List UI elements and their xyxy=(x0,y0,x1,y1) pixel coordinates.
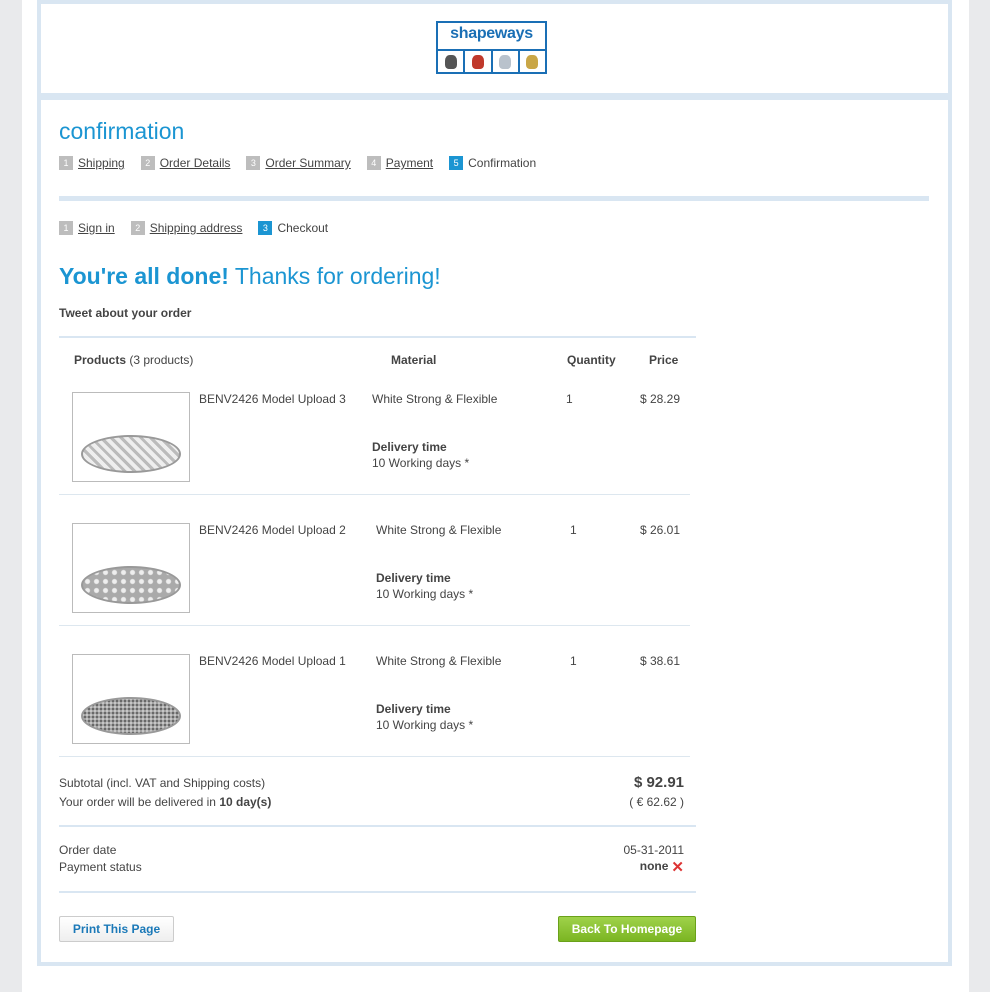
figure-3-icon xyxy=(493,51,520,72)
figure-2-icon xyxy=(465,51,493,72)
delivery-summary-days: 10 day(s) xyxy=(219,795,272,809)
product-thumbnail[interactable] xyxy=(72,392,190,482)
step-shipping[interactable]: 1 Shipping xyxy=(59,156,125,170)
payment-status-label: Payment status xyxy=(59,860,142,874)
step-order-summary[interactable]: 3 Order Summary xyxy=(246,156,351,170)
figure-4-icon xyxy=(520,51,545,72)
total-eur: ( € 62.62 ) xyxy=(629,795,684,809)
delivery-label: Delivery time xyxy=(372,440,447,454)
col-products-header: Products (3 products) xyxy=(74,353,193,367)
row-divider xyxy=(59,494,690,495)
product-price: $ 38.61 xyxy=(639,654,680,668)
logo-figures xyxy=(438,49,545,72)
step-sign-in[interactable]: 1 Sign in xyxy=(59,221,115,235)
step-shipping-address[interactable]: 2 Shipping address xyxy=(130,221,243,235)
step-number: 4 xyxy=(366,156,381,170)
step-link[interactable]: Shipping xyxy=(78,156,125,170)
step-number: 3 xyxy=(246,156,261,170)
done-heading-bold: You're all done! xyxy=(59,263,229,289)
close-x-icon: ✕ xyxy=(671,859,684,876)
delivery-label: Delivery time xyxy=(376,702,451,716)
col-products-label: Products xyxy=(74,353,127,367)
row-divider xyxy=(59,756,690,757)
table-top-rule xyxy=(59,336,696,338)
step-link[interactable]: Order Summary xyxy=(265,156,350,170)
main-frame: confirmation 1 Shipping 2 Order Details … xyxy=(37,96,952,966)
order-rule xyxy=(59,891,696,893)
step-link[interactable]: Order Details xyxy=(160,156,231,170)
product-name: BENV2426 Model Upload 2 xyxy=(199,523,346,537)
total-usd: $ 92.91 xyxy=(633,774,684,791)
step-order-details[interactable]: 2 Order Details xyxy=(140,156,231,170)
product-row: BENV2426 Model Upload 1 White Strong & F… xyxy=(59,654,690,784)
product-quantity: 1 xyxy=(570,523,577,537)
tweet-link[interactable]: Tweet about your order xyxy=(59,306,191,320)
done-heading-rest: Thanks for ordering! xyxy=(228,263,441,289)
back-to-homepage-button[interactable]: Back To Homepage xyxy=(558,916,696,942)
step-link[interactable]: Sign in xyxy=(78,221,115,235)
product-material: White Strong & Flexible xyxy=(376,523,502,537)
step-checkout: 3 Checkout xyxy=(258,221,328,235)
step-link[interactable]: Payment xyxy=(386,156,433,170)
done-heading: You're all done! Thanks for ordering! xyxy=(59,263,441,290)
col-products-count: (3 products) xyxy=(129,353,194,367)
product-name: BENV2426 Model Upload 3 xyxy=(199,392,346,406)
product-quantity: 1 xyxy=(570,654,577,668)
delivery-value: 10 Working days * xyxy=(372,456,470,470)
header-frame: shapeways xyxy=(37,0,952,97)
col-price-header: Price xyxy=(649,353,679,367)
product-material: White Strong & Flexible xyxy=(376,654,502,668)
product-thumbnail[interactable] xyxy=(72,654,190,744)
summary-rule xyxy=(59,825,696,827)
step-current-label: Checkout xyxy=(277,221,329,235)
product-price: $ 26.01 xyxy=(639,523,680,537)
print-page-button[interactable]: Print This Page xyxy=(59,916,174,942)
figure-1-icon xyxy=(438,51,466,72)
section-divider xyxy=(59,196,929,201)
delivery-summary-prefix: Your order will be delivered in xyxy=(59,795,220,809)
delivery-summary: Your order will be delivered in 10 day(s… xyxy=(59,795,271,809)
step-number: 2 xyxy=(140,156,155,170)
product-quantity: 1 xyxy=(566,392,573,406)
product-price: $ 28.29 xyxy=(639,392,680,406)
order-date-value: 05-31-2011 xyxy=(623,843,685,857)
model-disc-image xyxy=(81,697,181,735)
delivery-label: Delivery time xyxy=(376,571,451,585)
step-current-label: Confirmation xyxy=(468,156,537,170)
step-payment[interactable]: 4 Payment xyxy=(366,156,433,170)
payment-status: none ✕ xyxy=(640,858,684,876)
product-thumbnail[interactable] xyxy=(72,523,190,613)
step-number: 1 xyxy=(59,221,73,235)
sub-steps: 1 Sign in 2 Shipping address 3 Checkout xyxy=(59,221,344,235)
step-link[interactable]: Shipping address xyxy=(150,221,243,235)
step-number: 1 xyxy=(59,156,73,170)
row-divider xyxy=(59,625,690,626)
product-row: BENV2426 Model Upload 2 White Strong & F… xyxy=(59,523,690,653)
step-confirmation: 5 Confirmation xyxy=(449,156,536,170)
step-number: 2 xyxy=(130,221,145,235)
delivery-value: 10 Working days * xyxy=(376,718,474,732)
payment-status-value: none xyxy=(639,859,669,873)
step-number: 5 xyxy=(449,156,464,170)
subtotal-label: Subtotal (incl. VAT and Shipping costs) xyxy=(59,776,266,790)
delivery-value: 10 Working days * xyxy=(376,587,474,601)
col-material-header: Material xyxy=(391,353,437,367)
product-material: White Strong & Flexible xyxy=(372,392,498,406)
product-row: BENV2426 Model Upload 3 White Strong & F… xyxy=(59,392,690,522)
checkout-steps: 1 Shipping 2 Order Details 3 Order Summa… xyxy=(59,156,552,170)
logo-text: shapeways xyxy=(450,25,533,42)
model-disc-image xyxy=(81,435,181,473)
shapeways-logo[interactable]: shapeways xyxy=(436,21,547,74)
page: shapeways confirmation 1 Shipping 2 Orde… xyxy=(22,0,969,992)
page-title: confirmation xyxy=(59,118,185,144)
order-date-label: Order date xyxy=(59,843,117,857)
product-name: BENV2426 Model Upload 1 xyxy=(199,654,346,668)
step-number: 3 xyxy=(258,221,273,235)
col-quantity-header: Quantity xyxy=(567,353,616,367)
model-disc-image xyxy=(81,566,181,604)
